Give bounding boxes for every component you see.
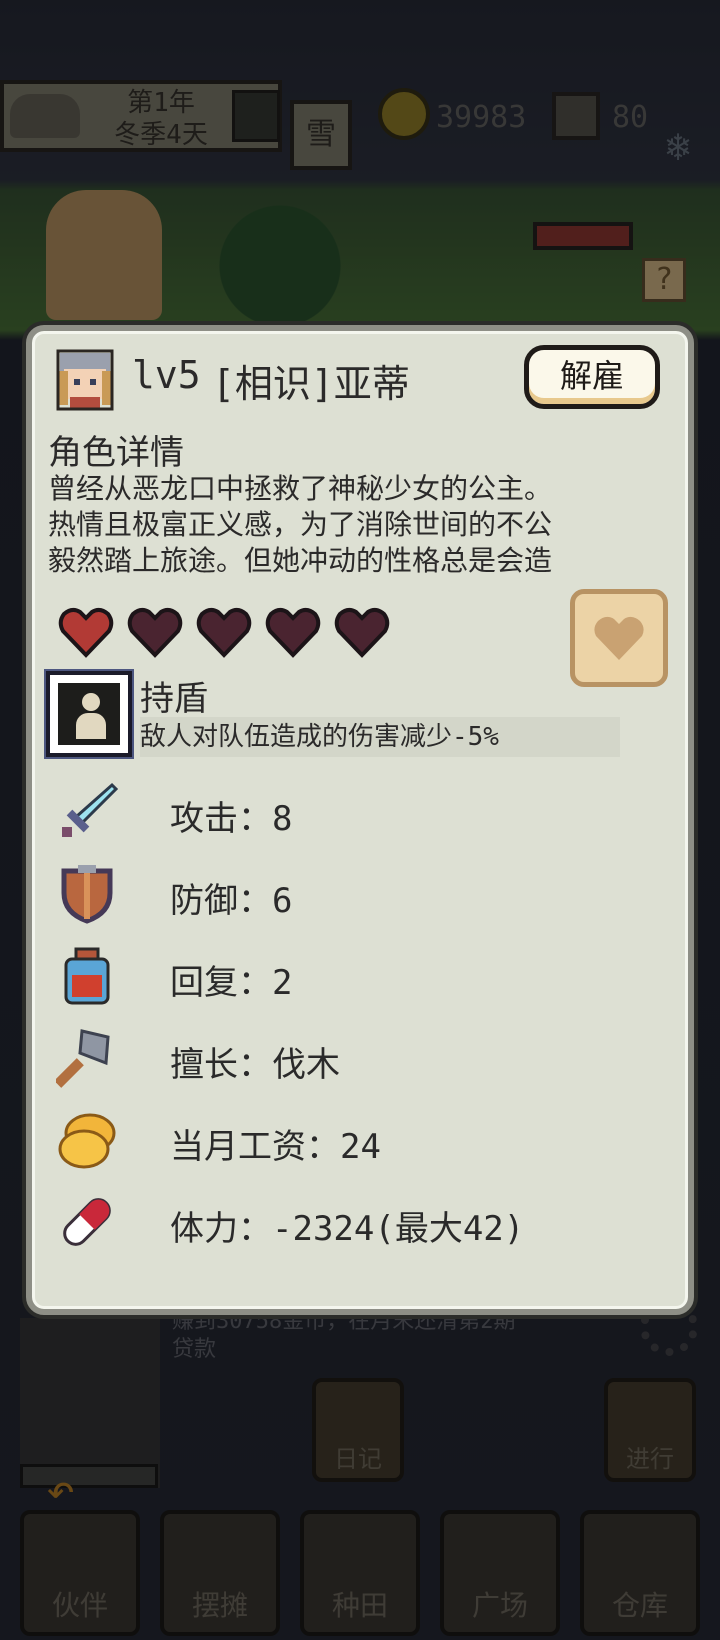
axe-icon xyxy=(56,1029,110,1088)
character-description: 曾经从恶龙口中拯救了神秘少女的公主。 热情且极富正义感，为了消除世间的不公 毅然… xyxy=(48,471,672,577)
recovery-stat: 回复：2 xyxy=(170,963,293,1003)
character-name: [相识]亚蒂 xyxy=(212,362,410,406)
heart-empty-icon xyxy=(196,607,252,658)
character-avatar-icon xyxy=(56,349,114,411)
description-line: 热情且极富正义感，为了消除世间的不公 xyxy=(48,508,553,541)
heart-empty-icon xyxy=(334,607,390,658)
heart-empty-icon xyxy=(265,607,321,658)
potion-icon xyxy=(64,947,110,1005)
description-line: 毅然踏上旅途。但她冲动的性格总是会造 xyxy=(48,544,553,577)
sword-icon xyxy=(62,782,118,837)
shield-skill-icon xyxy=(58,683,120,745)
skill-description: 敌人对队伍造成的伤害减少-5% xyxy=(140,717,620,757)
character-level: lv5 xyxy=(132,353,201,397)
description-line: 曾经从恶龙口中拯救了神秘少女的公主。 xyxy=(48,472,553,505)
shield-icon xyxy=(61,865,113,924)
dismiss-button[interactable]: 解雇 xyxy=(524,345,660,409)
skill-name: 持盾 xyxy=(140,679,208,719)
heart-icon xyxy=(594,616,644,660)
attack-stat: 攻击：8 xyxy=(170,799,293,839)
monthly-wage-stat: 当月工资：24 xyxy=(170,1127,381,1167)
defense-stat: 防御：6 xyxy=(170,881,293,921)
gold-coins-icon xyxy=(58,1113,116,1169)
character-detail-dialog: lv5 [相识]亚蒂 解雇 角色详情 曾经从恶龙口中拯救了神秘少女的公主。 热情… xyxy=(26,325,694,1315)
specialty-stat: 擅长：伐木 xyxy=(170,1045,340,1085)
section-title: 角色详情 xyxy=(48,433,184,473)
gift-heart-button[interactable] xyxy=(570,589,668,687)
heart-filled-icon xyxy=(58,607,114,658)
stamina-stat: 体力：-2324(最大42) xyxy=(170,1209,525,1249)
skill-icon-frame xyxy=(46,671,132,757)
heart-empty-icon xyxy=(127,607,183,658)
stamina-pill-icon xyxy=(63,1198,111,1246)
